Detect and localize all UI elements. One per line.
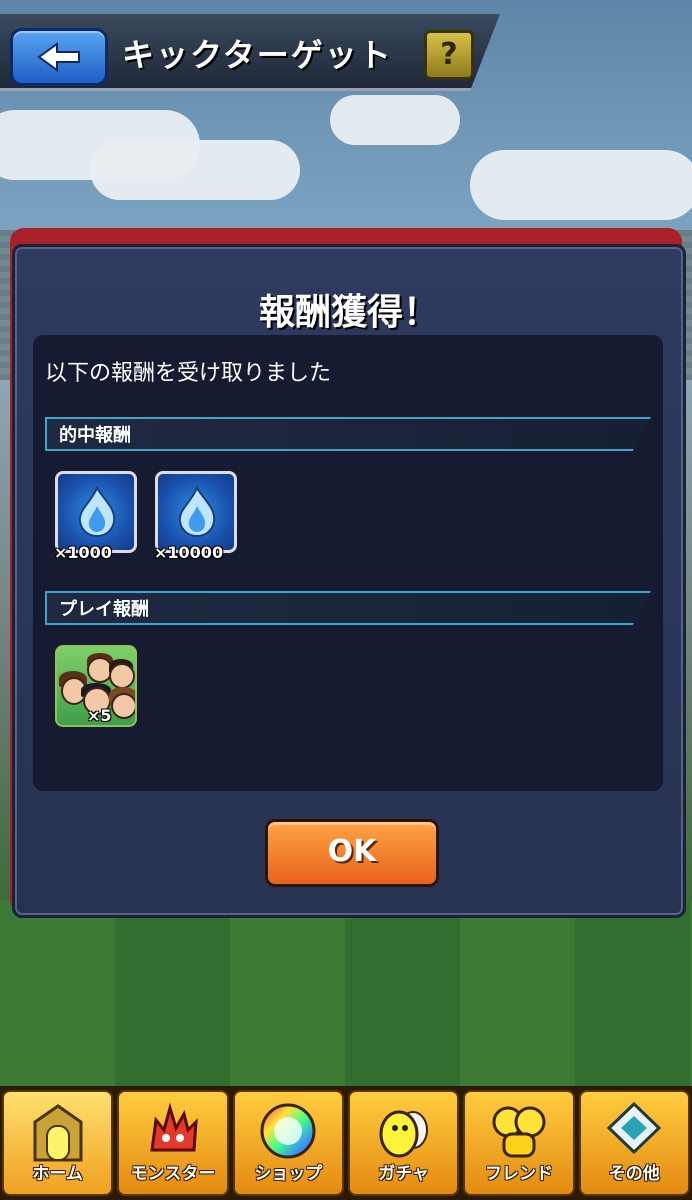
cloud	[90, 140, 300, 200]
cloud	[470, 150, 692, 220]
nav-label: モンスター	[130, 1164, 216, 1184]
section-header-play-reward: プレイ報酬	[45, 591, 651, 625]
monster-icon	[150, 1102, 198, 1152]
header: キックターゲット ?	[0, 8, 520, 91]
nav-item-home[interactable]: ホーム	[2, 1090, 114, 1196]
reward-quantity: ×10000	[154, 543, 224, 562]
nav-item-gacha[interactable]: ガチャ	[347, 1090, 460, 1196]
reward-item[interactable]: ×10000	[154, 471, 237, 562]
reward-dialog: 報酬獲得！ 以下の報酬を受け取りました 的中報酬 ×1000 ×10000 プレ…	[12, 244, 686, 918]
nav-label: フレンド	[484, 1164, 553, 1184]
nav-item-friend[interactable]: フレンド	[463, 1090, 575, 1196]
bottom-nav: ホーム モンスター ショップ ガチャ フレンド その他	[0, 1086, 692, 1200]
other-icon	[607, 1101, 662, 1155]
blue-flame-icon	[178, 486, 216, 538]
reward-panel: 以下の報酬を受け取りました 的中報酬 ×1000 ×10000 プレイ報酬 ×5	[33, 335, 663, 791]
cloud	[330, 95, 460, 145]
nav-label: ガチャ	[378, 1164, 430, 1184]
nav-item-monster[interactable]: モンスター	[117, 1090, 229, 1196]
friends-balloon-icon	[492, 1106, 546, 1158]
nav-label: ホーム	[32, 1164, 83, 1184]
help-button[interactable]: ?	[424, 30, 474, 80]
nav-item-other[interactable]: その他	[578, 1090, 690, 1196]
reward-quantity: ×5	[87, 706, 112, 725]
dialog-title: 報酬獲得！	[258, 292, 439, 333]
home-gate-icon	[33, 1104, 83, 1162]
reward-item[interactable]: ×1000	[54, 471, 137, 562]
section-header-hit-reward: 的中報酬	[45, 417, 651, 451]
reward-item[interactable]: ×5	[55, 645, 137, 727]
nav-item-shop[interactable]: ショップ	[232, 1090, 344, 1196]
ok-button[interactable]: OK	[265, 819, 439, 887]
rainbow-orb-icon	[260, 1103, 316, 1159]
blue-flame-icon	[78, 486, 116, 538]
page-title: キックターゲット	[122, 36, 393, 74]
arrow-left-icon	[37, 42, 80, 72]
nav-label: その他	[608, 1164, 660, 1184]
back-button[interactable]	[10, 28, 108, 86]
intro-text: 以下の報酬を受け取りました	[45, 361, 332, 386]
nav-label: ショップ	[254, 1164, 323, 1184]
reward-quantity: ×1000	[54, 543, 112, 562]
soccer-field	[0, 900, 692, 1100]
egg-icon	[379, 1110, 428, 1158]
